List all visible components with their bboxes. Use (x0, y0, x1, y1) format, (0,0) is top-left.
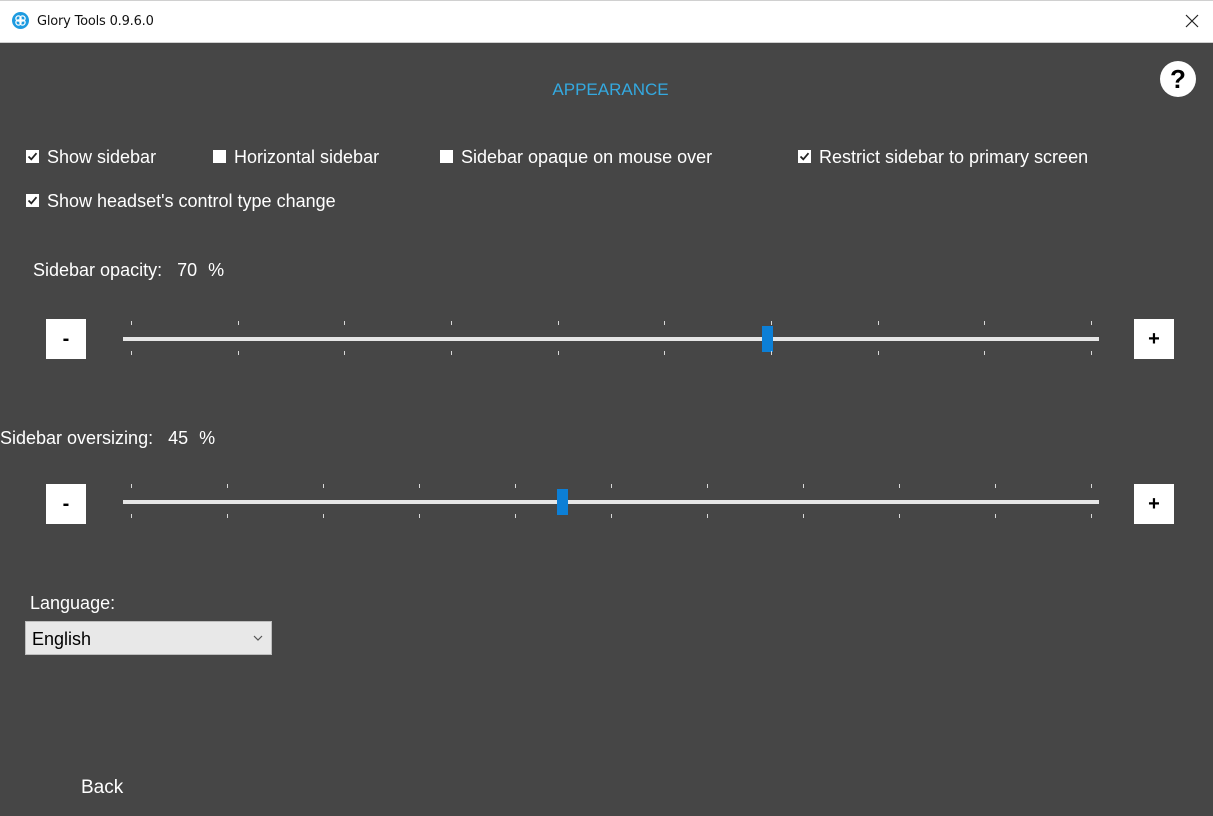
oversizing-slider-tick (323, 514, 324, 518)
opacity-unit: % (208, 260, 225, 280)
page-title: APPEARANCE (552, 80, 669, 99)
oversizing-slider-tick (707, 514, 708, 518)
oversizing-slider-tick (803, 484, 804, 488)
opacity-slider-tick (558, 351, 559, 355)
language-label: Language: (30, 593, 116, 613)
checkbox-box[interactable] (213, 149, 226, 163)
oversizing-slider-tick (323, 484, 324, 488)
oversizing-slider-tick (1091, 514, 1092, 518)
opacity-slider-tick (1091, 351, 1092, 355)
oversizing-value: 45 (168, 428, 189, 448)
checkbox-box[interactable] (440, 149, 453, 163)
oversizing-slider-tick (899, 484, 900, 488)
opacity-slider-tick (664, 351, 665, 355)
opacity-slider-tick (1091, 321, 1092, 325)
checkbox-box[interactable] (26, 149, 39, 163)
opacity-label-row: Sidebar opacity: 70 % (33, 260, 224, 281)
oversizing-slider-track[interactable] (123, 500, 1099, 504)
opacity-slider-tick (984, 351, 985, 355)
oversizing-slider-tick (515, 514, 516, 518)
opacity-slider-tick (238, 351, 239, 355)
close-button[interactable] (1169, 1, 1213, 43)
opacity-slider-tick (878, 351, 879, 355)
window-title: Glory Tools 0.9.6.0 (37, 14, 154, 29)
checkbox-label: Horizontal sidebar (234, 146, 380, 167)
opacity-slider-track[interactable] (123, 337, 1099, 341)
oversizing-slider-tick (515, 484, 516, 488)
close-icon (1185, 14, 1199, 28)
oversizing-slider[interactable] (123, 474, 1099, 530)
opacity-decrease-button[interactable]: - (46, 319, 86, 359)
opacity-slider-tick (664, 321, 665, 325)
checkbox-show-sidebar[interactable]: Show sidebar (26, 146, 157, 167)
opacity-slider-tick (238, 321, 239, 325)
settings-panel: APPEARANCE ? Show sidebar Horizontal sid… (0, 43, 1213, 816)
oversizing-slider-thumb[interactable] (557, 489, 568, 515)
opacity-label: Sidebar opacity: (33, 260, 163, 280)
checkbox-show-headset-control[interactable]: Show headset's control type change (26, 190, 336, 211)
oversizing-slider-tick (611, 514, 612, 518)
oversizing-slider-tick (995, 484, 996, 488)
oversizing-slider-tick (995, 514, 996, 518)
oversizing-slider-tick (131, 484, 132, 488)
opacity-slider-tick (771, 351, 772, 355)
oversizing-increase-button[interactable]: + (1134, 484, 1174, 524)
checkbox-label: Sidebar opaque on mouse over (461, 146, 713, 167)
opacity-slider-tick (131, 321, 132, 325)
chevron-down-icon (253, 635, 263, 641)
checkbox-sidebar-opaque[interactable]: Sidebar opaque on mouse over (440, 146, 713, 167)
opacity-slider-tick (451, 321, 452, 325)
oversizing-slider-tick (227, 514, 228, 518)
oversizing-slider-tick (803, 514, 804, 518)
oversizing-slider-tick (131, 514, 132, 518)
language-selected-value: English (32, 629, 92, 649)
checkbox-box[interactable] (26, 193, 39, 207)
title-bar: Glory Tools 0.9.6.0 (0, 0, 1213, 43)
checkbox-box[interactable] (798, 149, 811, 163)
oversizing-slider-tick (419, 484, 420, 488)
opacity-slider[interactable] (123, 311, 1099, 367)
oversizing-decrease-button[interactable]: - (46, 484, 86, 524)
oversizing-slider-tick (419, 514, 420, 518)
opacity-increase-button[interactable]: + (1134, 319, 1174, 359)
oversizing-slider-tick (227, 484, 228, 488)
checkbox-horizontal-sidebar[interactable]: Horizontal sidebar (213, 146, 380, 167)
help-button[interactable]: ? (1160, 61, 1196, 97)
oversizing-slider-tick (899, 514, 900, 518)
checkbox-label: Show headset's control type change (47, 190, 336, 211)
language-select[interactable]: English (25, 621, 272, 655)
checkbox-restrict-primary-screen[interactable]: Restrict sidebar to primary screen (798, 146, 1089, 167)
opacity-value: 70 (177, 260, 198, 280)
oversizing-slider-tick (611, 484, 612, 488)
opacity-slider-tick (771, 321, 772, 325)
checkbox-label: Show sidebar (47, 146, 157, 167)
opacity-slider-tick (344, 351, 345, 355)
opacity-slider-tick (451, 351, 452, 355)
oversizing-slider-tick (707, 484, 708, 488)
back-button[interactable]: Back (81, 777, 123, 799)
opacity-slider-tick (344, 321, 345, 325)
oversizing-label: Sidebar oversizing: (0, 428, 154, 448)
app-logo-icon (12, 12, 29, 29)
opacity-slider-tick (558, 321, 559, 325)
oversizing-label-row: Sidebar oversizing: 45 % (0, 428, 215, 449)
opacity-slider-tick (984, 321, 985, 325)
oversizing-unit: % (199, 428, 216, 448)
opacity-slider-tick (878, 321, 879, 325)
opacity-slider-tick (131, 351, 132, 355)
oversizing-slider-tick (1091, 484, 1092, 488)
opacity-slider-thumb[interactable] (762, 326, 773, 352)
checkbox-label: Restrict sidebar to primary screen (819, 146, 1089, 167)
